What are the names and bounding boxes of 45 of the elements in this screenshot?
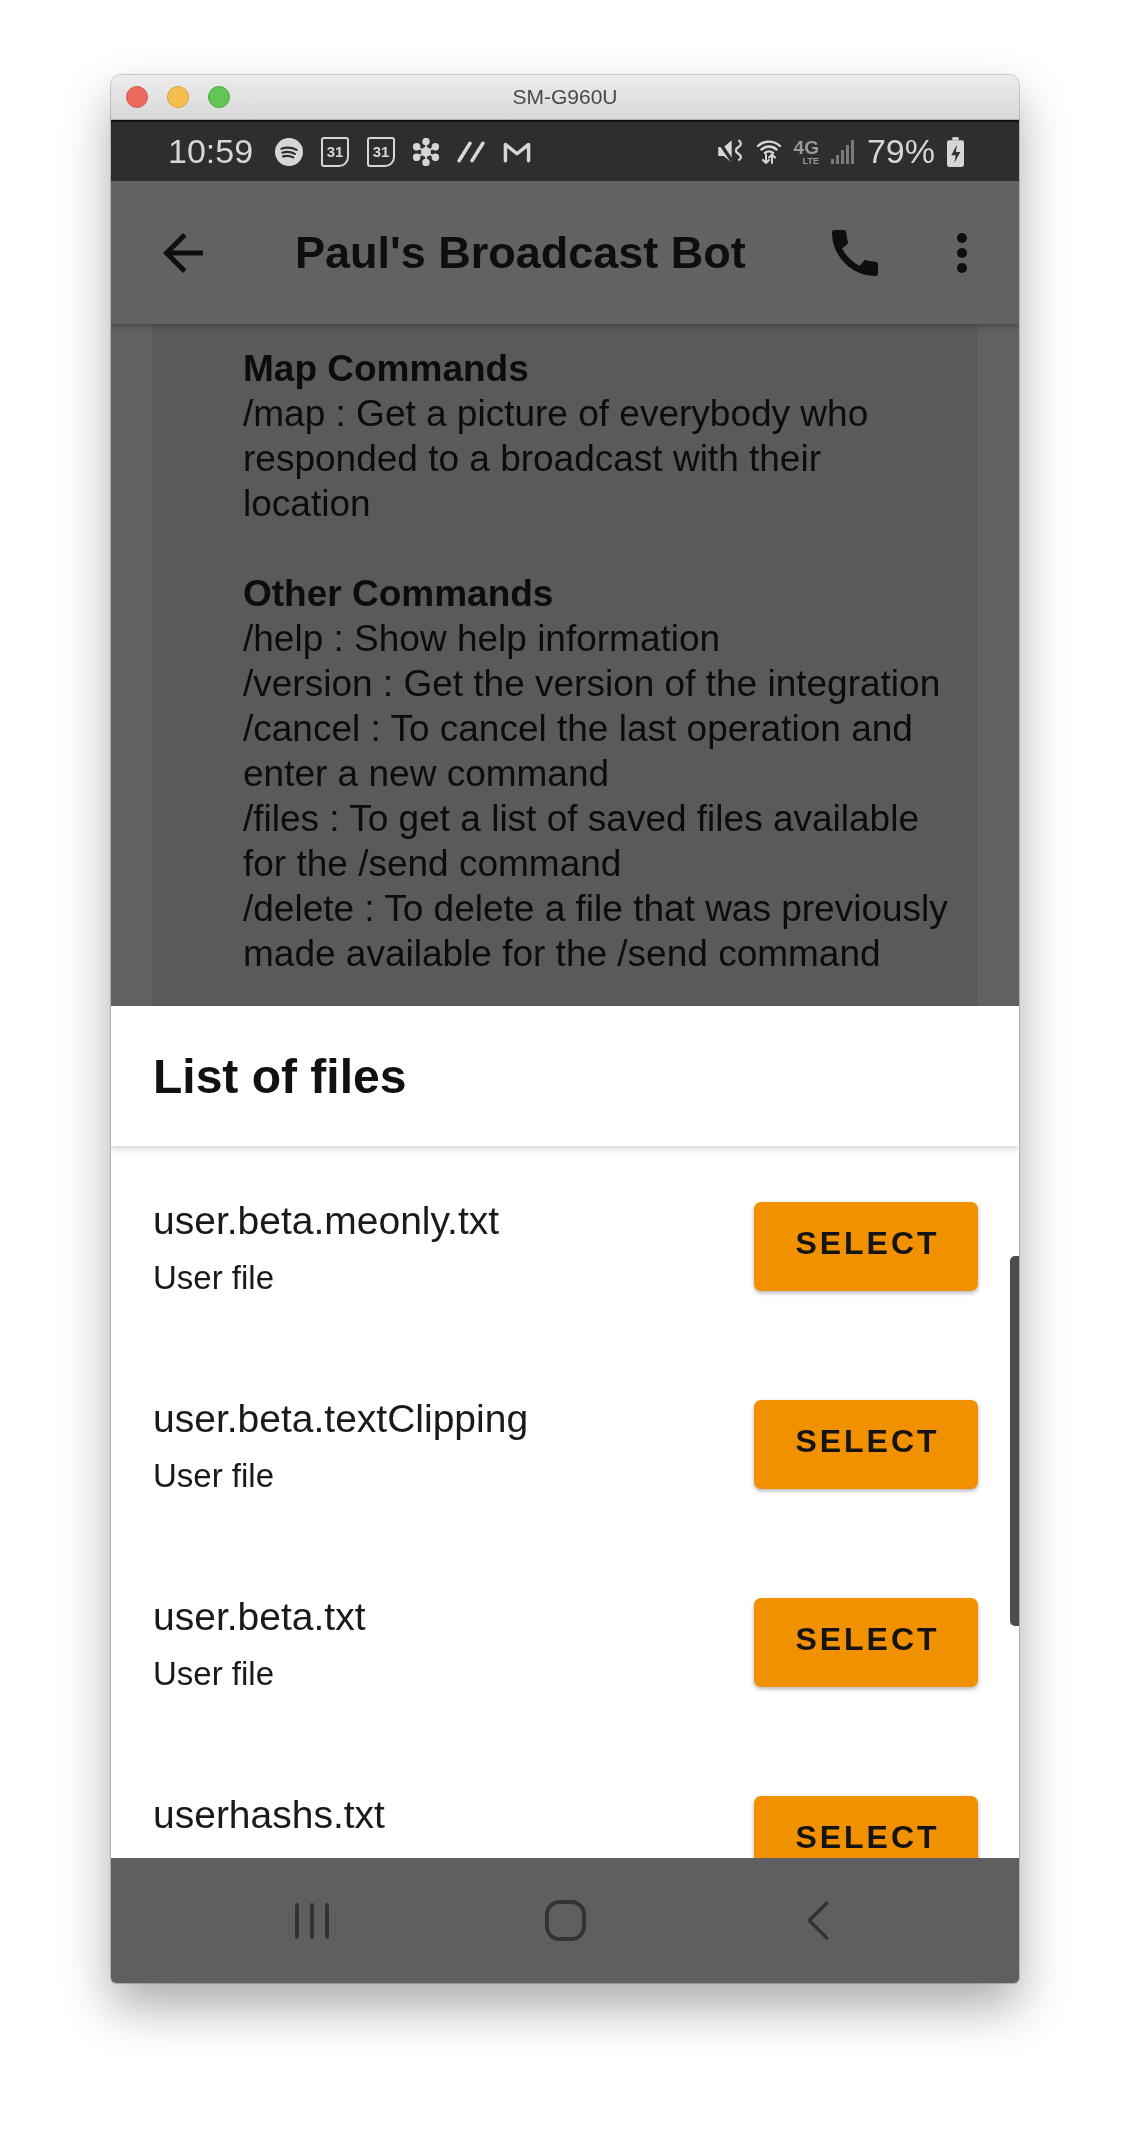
select-button[interactable]: SELECT [754, 1598, 978, 1687]
select-button[interactable]: SELECT [754, 1400, 978, 1489]
network-type: 4G [793, 137, 819, 157]
signal-icon [830, 139, 855, 164]
clock-time: 10:59 [168, 132, 254, 171]
command-description: /version : Get the version of the integration [243, 662, 942, 706]
battery-charging-icon [947, 136, 964, 167]
file-type: User file [153, 1258, 275, 1298]
file-name: userhashs.txt [153, 1792, 385, 1838]
file-type: User file [153, 1654, 275, 1694]
maximize-button[interactable] [208, 86, 230, 108]
minimize-button[interactable] [167, 86, 189, 108]
command-description: /files : To get a list of saved files available for the /send command [243, 797, 920, 886]
sheet-title: List of files [153, 1048, 407, 1104]
select-button[interactable]: SELECT [754, 1796, 978, 1858]
back-arrow-icon[interactable] [163, 232, 203, 273]
file-name: user.beta.txt [153, 1594, 366, 1640]
section-heading: Map Commands [243, 347, 530, 391]
command-description: /cancel : To cancel the last operation and enter a new command [243, 707, 914, 796]
command-description: /delete : To delete a file that was previously made available for the /send command [243, 887, 949, 976]
window-title: SM-G960U [512, 85, 618, 109]
back-chevron-icon[interactable] [806, 1901, 830, 1940]
phone-icon[interactable] [832, 229, 878, 276]
command-description: /map : Get a picture of everybody who responded to a broadcast with their location [243, 392, 870, 526]
section-heading: Other Commands [243, 572, 555, 616]
network-subtype: LTE [802, 156, 819, 166]
battery-percent: 79% [866, 132, 935, 171]
chat-title: Paul's Broadcast Bot [295, 226, 747, 279]
file-name: user.beta.meonly.txt [153, 1198, 500, 1244]
sound-circle-icon [275, 137, 304, 166]
file-name: user.beta.textClipping [153, 1396, 529, 1442]
nodes-icon [413, 137, 440, 166]
select-button[interactable]: SELECT [754, 1202, 978, 1291]
close-button[interactable] [126, 86, 148, 108]
recent-apps-icon[interactable] [294, 1901, 330, 1940]
more-options-icon[interactable] [957, 232, 967, 273]
command-description: /help : Show help information [243, 617, 722, 661]
calendar-date: 31 [372, 144, 390, 159]
mute-vibrate-icon [715, 138, 744, 165]
file-type: User file [153, 1456, 275, 1496]
home-icon[interactable] [544, 1900, 586, 1941]
wifi-icon [755, 138, 782, 165]
calendar-date: 31 [326, 144, 344, 159]
mail-icon [503, 140, 532, 163]
double-slash-icon [457, 140, 486, 163]
